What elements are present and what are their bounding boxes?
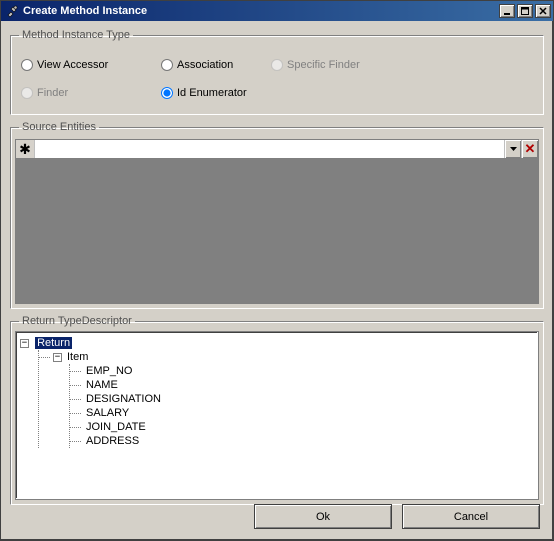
source-entities-group: Source Entities ✱ ✕ bbox=[10, 121, 544, 309]
tree-connector bbox=[69, 413, 81, 414]
radio-finder-input bbox=[21, 87, 33, 99]
radio-specific-finder-label: Specific Finder bbox=[287, 59, 360, 71]
tree-leaf-label[interactable]: EMP_NO bbox=[84, 364, 134, 378]
tree-connector bbox=[69, 441, 81, 442]
radio-view-accessor[interactable]: View Accessor bbox=[21, 59, 108, 71]
radio-specific-finder-input bbox=[271, 59, 283, 71]
radio-finder-label: Finder bbox=[37, 87, 68, 99]
tree-leaf[interactable]: EMP_NO bbox=[70, 364, 534, 378]
cancel-button[interactable]: Cancel bbox=[402, 504, 540, 529]
source-entity-remove-button[interactable]: ✕ bbox=[521, 140, 538, 158]
dialog-title: Create Method Instance bbox=[23, 5, 497, 17]
tree-leaf-label[interactable]: NAME bbox=[84, 378, 120, 392]
tree-connector bbox=[69, 427, 81, 428]
tools-icon bbox=[4, 3, 20, 19]
tree-leaf-label[interactable]: JOIN_DATE bbox=[84, 420, 148, 434]
radio-specific-finder: Specific Finder bbox=[271, 59, 360, 71]
tree-leaf[interactable]: DESIGNATION bbox=[70, 392, 534, 406]
tree-leaf-label[interactable]: ADDRESS bbox=[84, 434, 141, 448]
tree-connector bbox=[69, 385, 81, 386]
radio-id-enumerator[interactable]: Id Enumerator bbox=[161, 87, 247, 99]
tree-item-label[interactable]: Item bbox=[65, 350, 90, 364]
new-row-indicator: ✱ bbox=[16, 140, 35, 158]
maximize-button[interactable] bbox=[517, 4, 533, 18]
ok-button[interactable]: Ok bbox=[254, 504, 392, 529]
radio-id-enumerator-input[interactable] bbox=[161, 87, 173, 99]
chevron-down-icon bbox=[510, 147, 517, 151]
return-typedescriptor-group: Return TypeDescriptor − Return − Item EM… bbox=[10, 315, 544, 505]
tree-leaf[interactable]: ADDRESS bbox=[70, 434, 534, 448]
radio-finder: Finder bbox=[21, 87, 68, 99]
source-entities-legend: Source Entities bbox=[19, 121, 99, 133]
tree-leaf[interactable]: NAME bbox=[70, 378, 534, 392]
tree-connector bbox=[69, 371, 81, 372]
dialog-window: Create Method Instance Method Instance T… bbox=[0, 0, 554, 541]
close-button[interactable] bbox=[535, 4, 551, 18]
tree-connector bbox=[69, 399, 81, 400]
source-entities-grid-body[interactable] bbox=[15, 159, 539, 304]
source-entity-dropdown-button[interactable] bbox=[504, 140, 521, 158]
source-entity-cell[interactable] bbox=[35, 140, 504, 158]
return-typedescriptor-legend: Return TypeDescriptor bbox=[19, 315, 135, 327]
radio-association-label: Association bbox=[177, 59, 233, 71]
radio-association[interactable]: Association bbox=[161, 59, 233, 71]
tree-connector bbox=[38, 357, 50, 358]
tree-leaf[interactable]: SALARY bbox=[70, 406, 534, 420]
tree-root[interactable]: − Return bbox=[20, 336, 534, 350]
tree-root-label[interactable]: Return bbox=[35, 337, 72, 349]
tree-leaf-label[interactable]: SALARY bbox=[84, 406, 131, 420]
method-instance-type-group: Method Instance Type View Accessor Assoc… bbox=[10, 29, 544, 115]
close-icon: ✕ bbox=[525, 141, 536, 157]
radio-association-input[interactable] bbox=[161, 59, 173, 71]
dialog-buttons: Ok Cancel bbox=[254, 504, 540, 529]
return-type-tree[interactable]: − Return − Item EMP_NO NAME DESIGNATION … bbox=[15, 331, 539, 500]
method-instance-type-legend: Method Instance Type bbox=[19, 29, 133, 41]
tree-item[interactable]: − Item bbox=[39, 350, 534, 364]
radio-view-accessor-input[interactable] bbox=[21, 59, 33, 71]
collapse-icon[interactable]: − bbox=[20, 339, 29, 348]
minimize-button[interactable] bbox=[499, 4, 515, 18]
titlebar: Create Method Instance bbox=[1, 1, 553, 21]
source-entities-row: ✱ ✕ bbox=[15, 139, 539, 159]
radio-id-enumerator-label: Id Enumerator bbox=[177, 87, 247, 99]
tree-leaf[interactable]: JOIN_DATE bbox=[70, 420, 534, 434]
radio-view-accessor-label: View Accessor bbox=[37, 59, 108, 71]
collapse-icon[interactable]: − bbox=[53, 353, 62, 362]
tree-leaf-label[interactable]: DESIGNATION bbox=[84, 392, 163, 406]
